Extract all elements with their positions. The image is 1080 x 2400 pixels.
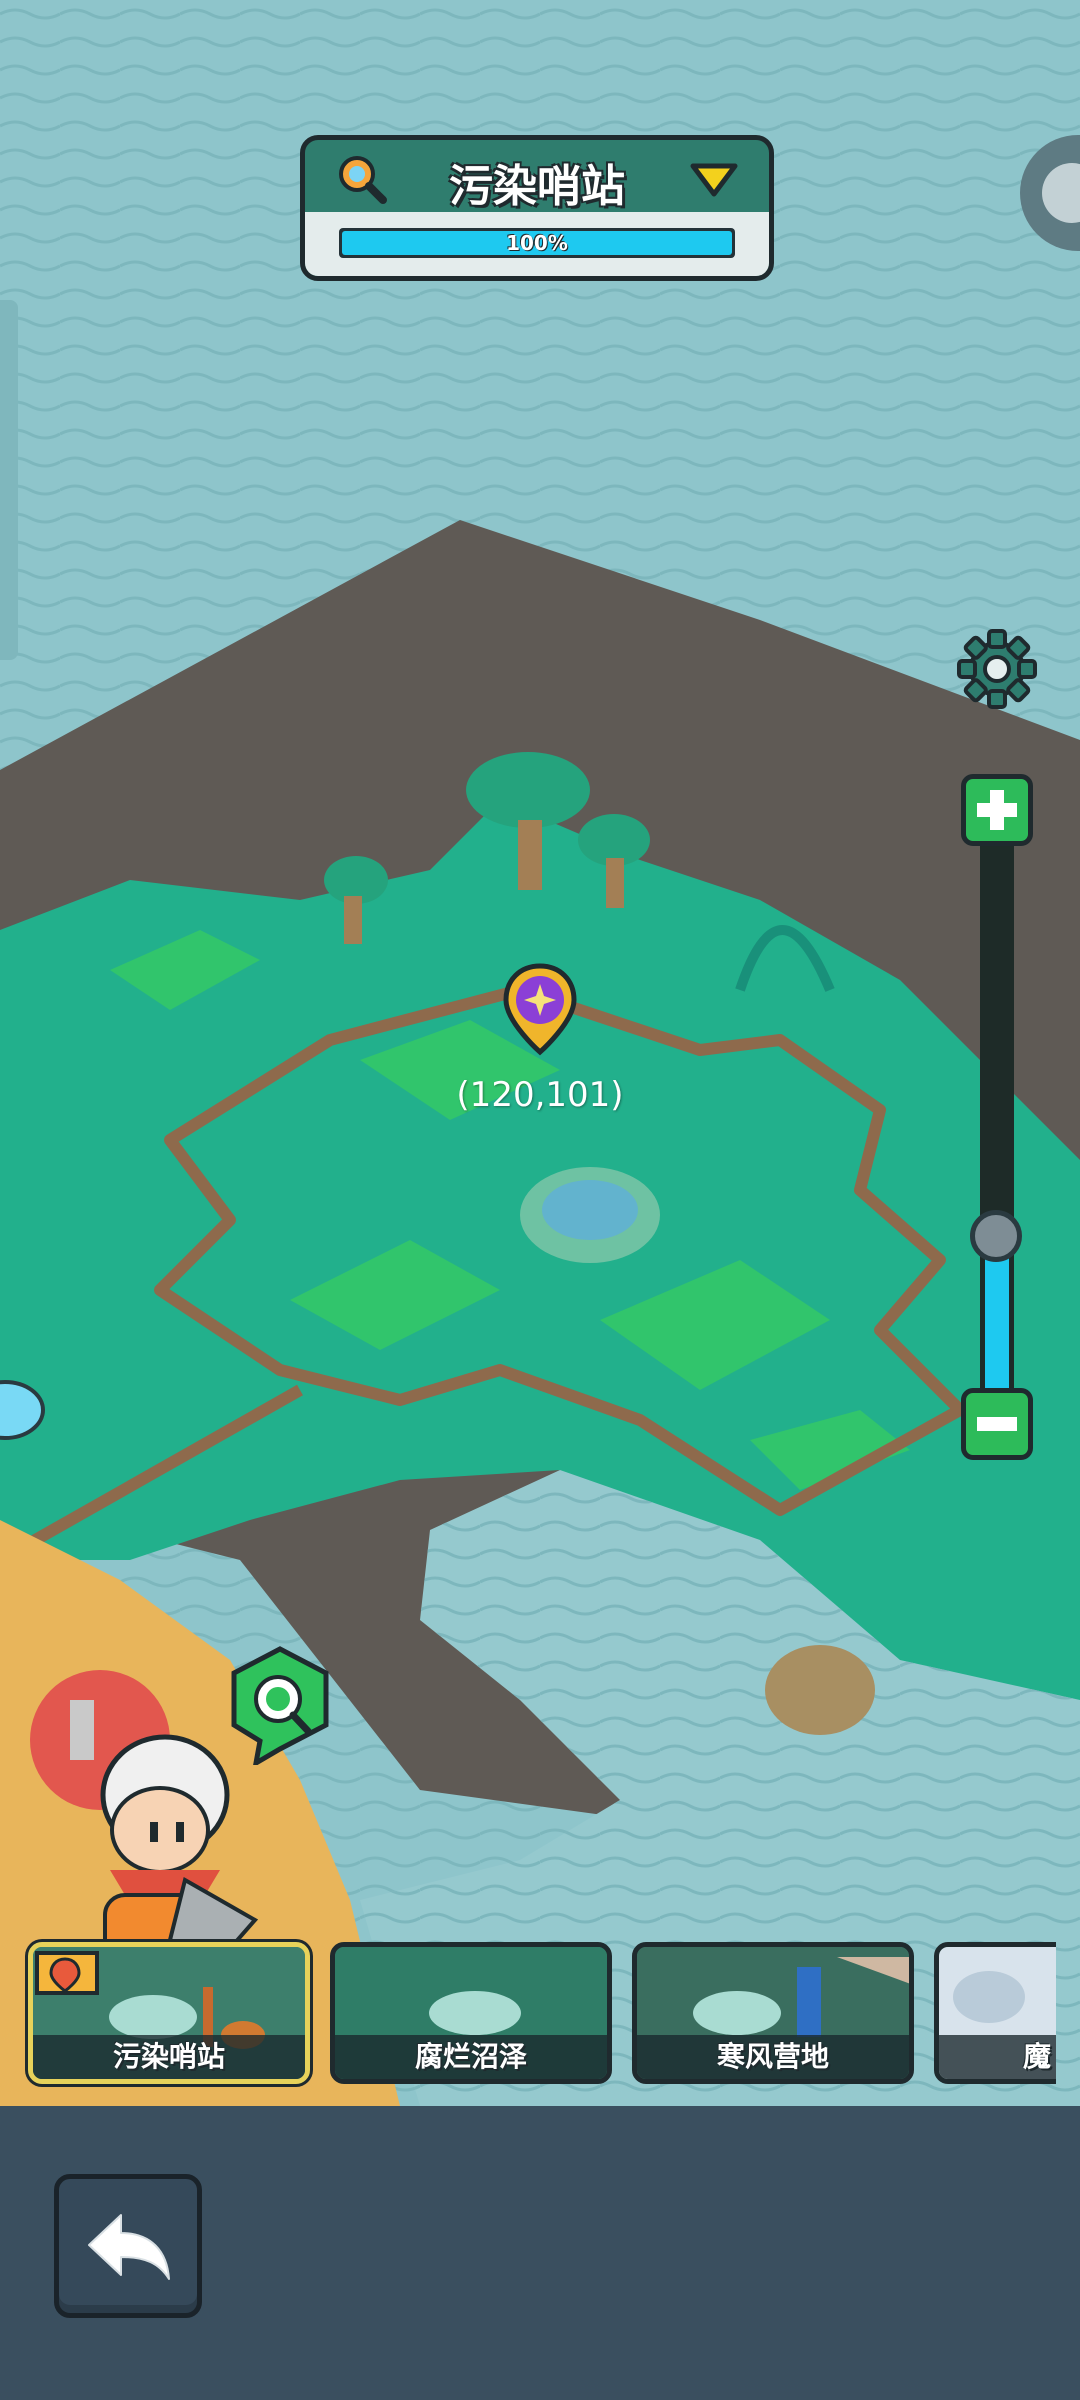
location-label: 魔 bbox=[1023, 2040, 1052, 2073]
exploration-progress: 100% bbox=[305, 212, 769, 276]
zoom-slider-fill bbox=[985, 1236, 1009, 1410]
coordinate-label: (120,101) bbox=[456, 1075, 624, 1115]
location-title-banner[interactable]: 污染哨站 100% bbox=[300, 135, 774, 281]
location-card[interactable]: 魔 bbox=[934, 1942, 1056, 2084]
progress-bar: 100% bbox=[339, 228, 735, 258]
back-button[interactable] bbox=[54, 2174, 202, 2318]
location-card[interactable]: 污染哨站 bbox=[28, 1942, 310, 2084]
minus-icon bbox=[977, 1417, 1017, 1431]
gear-icon[interactable] bbox=[956, 628, 1038, 710]
world-map[interactable]: (120,101) 污染哨站 100% 污染哨站 腐烂沼泽 寒风营地 魔 bbox=[0, 0, 1080, 2106]
zoom-in-button[interactable] bbox=[961, 774, 1033, 846]
location-card[interactable]: 寒风营地 bbox=[632, 1942, 914, 2084]
location-label: 污染哨站 bbox=[112, 2040, 225, 2073]
map-pin-flag-icon bbox=[35, 1951, 99, 1995]
magnifier-bubble-icon[interactable] bbox=[226, 1645, 334, 1765]
zoom-slider-track[interactable] bbox=[980, 830, 1014, 1410]
zoom-slider-handle[interactable] bbox=[970, 1210, 1022, 1262]
title-row: 污染哨站 bbox=[305, 140, 769, 212]
progress-label: 100% bbox=[506, 231, 568, 255]
zoom-out-button[interactable] bbox=[961, 1388, 1033, 1460]
left-side-drawer-tab[interactable] bbox=[0, 300, 18, 660]
star-map-pin-icon[interactable] bbox=[502, 962, 578, 1056]
plus-icon bbox=[977, 790, 1017, 830]
location-label: 寒风营地 bbox=[716, 2040, 829, 2073]
back-arrow-icon bbox=[88, 2214, 170, 2280]
location-strip[interactable]: 污染哨站 腐烂沼泽 寒风营地 魔 bbox=[0, 1930, 1056, 2090]
location-label: 腐烂沼泽 bbox=[414, 2040, 527, 2073]
triangle-down-icon[interactable] bbox=[689, 162, 739, 198]
location-card[interactable]: 腐烂沼泽 bbox=[330, 1942, 612, 2084]
